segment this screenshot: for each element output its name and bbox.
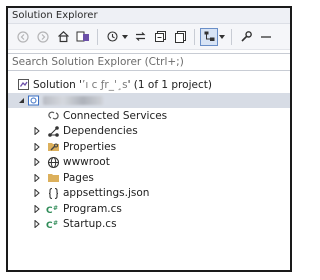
home-icon[interactable] bbox=[54, 28, 72, 46]
csharp-file-icon: C # bbox=[46, 217, 60, 231]
search-input[interactable] bbox=[12, 56, 290, 68]
back-icon[interactable] bbox=[14, 28, 32, 46]
collapsed-triangle-icon[interactable] bbox=[32, 173, 42, 183]
tree-item-properties[interactable]: Properties bbox=[8, 139, 290, 155]
show-all-files-icon[interactable] bbox=[171, 28, 189, 46]
toolbar bbox=[8, 24, 290, 50]
project-node[interactable] bbox=[8, 92, 290, 108]
switch-views-icon[interactable] bbox=[74, 28, 92, 46]
csharp-file-icon: C # bbox=[46, 202, 60, 216]
solution-tree: Solution '’ı c ƒr_'¸s' (1 of 1 project) … bbox=[8, 71, 290, 232]
solution-label: Solution '’ı c ƒr_'¸s' (1 of 1 project) bbox=[33, 79, 212, 91]
svg-text:#: # bbox=[53, 220, 58, 227]
solution-icon bbox=[16, 78, 30, 92]
svg-text:#: # bbox=[53, 205, 58, 212]
solution-name-garbled: ’ı c ƒr_'¸s bbox=[82, 78, 128, 91]
tree-item-program-cs[interactable]: C # Program.cs bbox=[8, 201, 290, 217]
tree-item-pages[interactable]: Pages bbox=[8, 170, 290, 186]
toolbar-separator bbox=[231, 28, 232, 45]
tree-item-label: Properties bbox=[63, 140, 117, 153]
properties-icon[interactable] bbox=[237, 28, 255, 46]
tree-item-dependencies[interactable]: Dependencies bbox=[8, 124, 290, 140]
collapsed-triangle-icon[interactable] bbox=[32, 219, 42, 229]
collapse-all-icon[interactable] bbox=[151, 28, 169, 46]
toolbar-separator bbox=[194, 28, 195, 45]
folder-icon bbox=[46, 171, 60, 185]
svg-text:C: C bbox=[46, 206, 53, 215]
tree-item-connected-services[interactable]: Connected Services bbox=[8, 108, 290, 124]
pending-changes-icon[interactable] bbox=[103, 28, 121, 46]
collapsed-triangle-icon[interactable] bbox=[32, 188, 42, 198]
collapsed-triangle-icon[interactable] bbox=[32, 126, 42, 136]
preview-selected-icon[interactable] bbox=[200, 27, 218, 46]
pin-icon[interactable] bbox=[257, 28, 275, 46]
solution-explorer-panel: Solution Explorer Search Solution Explor… bbox=[6, 6, 292, 272]
search-box[interactable] bbox=[8, 53, 290, 71]
json-file-icon bbox=[46, 186, 60, 200]
globe-icon bbox=[46, 155, 60, 169]
collapsed-triangle-icon[interactable] bbox=[32, 204, 42, 214]
project-icon bbox=[26, 93, 40, 107]
tree-item-label: Connected Services bbox=[63, 109, 168, 122]
solution-label-suffix: ' (1 of 1 project) bbox=[127, 78, 212, 91]
chevron-down-icon[interactable] bbox=[218, 28, 226, 46]
sync-icon[interactable] bbox=[131, 28, 149, 46]
tree-item-label: Program.cs bbox=[63, 202, 122, 215]
panel-title: Solution Explorer bbox=[8, 8, 290, 24]
tree-item-appsettings[interactable]: appsettings.json bbox=[8, 186, 290, 202]
chevron-down-icon[interactable] bbox=[121, 28, 129, 46]
expanded-triangle-icon[interactable] bbox=[16, 95, 26, 105]
connected-services-icon bbox=[46, 109, 60, 123]
tree-item-label: wwwroot bbox=[63, 156, 110, 169]
tree-item-label: Pages bbox=[63, 171, 94, 184]
solution-node[interactable]: Solution '’ı c ƒr_'¸s' (1 of 1 project) bbox=[8, 77, 290, 93]
tree-item-label: Dependencies bbox=[63, 125, 138, 138]
solution-label-prefix: Solution ' bbox=[33, 78, 82, 91]
collapsed-triangle-icon[interactable] bbox=[32, 142, 42, 152]
toolbar-separator bbox=[97, 28, 98, 45]
svg-text:C: C bbox=[46, 221, 53, 230]
dependencies-icon bbox=[46, 124, 60, 138]
project-name-redacted bbox=[43, 95, 103, 105]
tree-item-wwwroot[interactable]: wwwroot bbox=[8, 155, 290, 171]
tree-item-label: Startup.cs bbox=[63, 218, 117, 231]
tree-item-label: appsettings.json bbox=[63, 187, 150, 200]
properties-folder-icon bbox=[46, 140, 60, 154]
collapsed-triangle-icon[interactable] bbox=[32, 157, 42, 167]
tree-item-startup-cs[interactable]: C # Startup.cs bbox=[8, 217, 290, 233]
forward-icon[interactable] bbox=[34, 28, 52, 46]
